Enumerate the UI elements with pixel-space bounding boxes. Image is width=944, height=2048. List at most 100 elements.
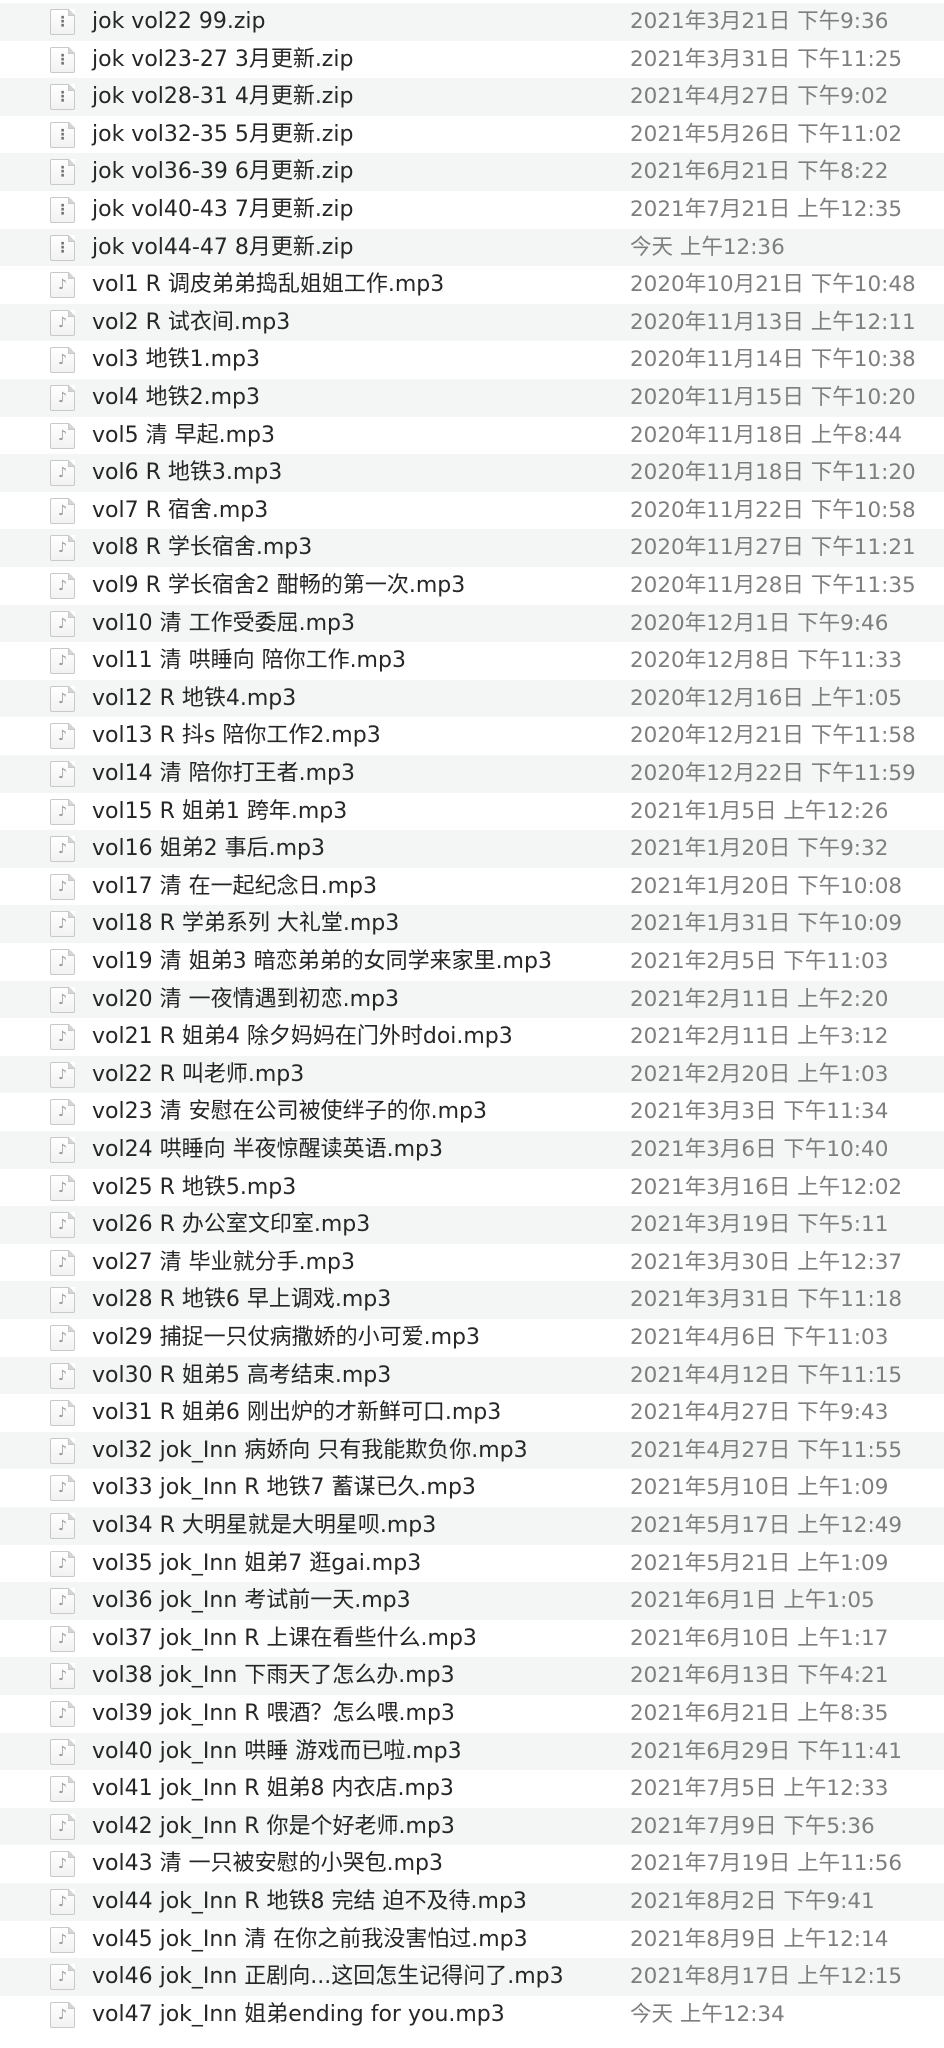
file-row[interactable]: ♪ vol36 jok_Inn 考试前一天.mp3 2021年6月1日 上午1:05 xyxy=(0,1582,944,1620)
file-row[interactable]: ♪ vol37 jok_Inn R 上课在看些什么.mp3 2021年6月10日 上… xyxy=(0,1619,944,1658)
file-row[interactable]: ♪ vol22 R 叫老师.mp3 2021年2月20日 上午1:03 xyxy=(0,1055,944,1094)
file-name: vol17 清 在一起纪念日.mp3 xyxy=(92,873,377,899)
file-name: vol38 jok_Inn 下雨天了怎么办.mp3 xyxy=(92,1663,455,1689)
file-date-modified: 2020年10月21日 下午10:48 xyxy=(630,272,916,298)
file-row[interactable]: ♪ vol6 R 地铁3.mp3 2020年11月18日 下午11:20 xyxy=(0,454,944,492)
file-row[interactable]: ♪ vol35 jok_Inn 姐弟7 逛gai.mp3 2021年5月21日 上午… xyxy=(0,1544,944,1583)
file-name: vol8 R 学长宿舍.mp3 xyxy=(92,535,313,561)
file-row[interactable]: ♪ vol2 R 试衣间.mp3 2020年11月13日 上午12:11 xyxy=(0,303,944,342)
file-row[interactable]: ♪ vol8 R 学长宿舍.mp3 2020年11月27日 下午11:21 xyxy=(0,529,944,567)
mp3-file-icon: ♪ xyxy=(50,1212,75,1239)
file-row[interactable]: ♪ vol34 R 大明星就是大明星呗.mp3 2021年5月17日 上午12:49 xyxy=(0,1507,944,1545)
file-row[interactable]: ♪ vol33 jok_Inn R 地铁7 蓄谋已久.mp3 2021年5月10日 … xyxy=(0,1469,944,1507)
file-row[interactable]: ♪ vol9 R 学长宿舍2 酣畅的第一次.mp3 2020年11月28日 下午11… xyxy=(0,567,944,605)
file-row[interactable]: ♪ vol39 jok_Inn R 喂酒？怎么喂.mp3 2021年6月21日 上午… xyxy=(0,1695,944,1733)
file-date-modified: 2021年3月31日 下午11:18 xyxy=(630,1287,903,1313)
file-row[interactable]: ♪ vol1 R 调皮弟弟捣乱姐姐工作.mp3 2020年10月21日 下午10:4… xyxy=(0,266,944,304)
mp3-file-icon: ♪ xyxy=(50,685,75,712)
file-row[interactable]: ⋮ jok vol28-31 4月更新.zip 2021年4月27日 下午9:02 xyxy=(0,78,944,116)
file-row[interactable]: ♪ vol16 姐弟2 事后.mp3 2021年1月20日 下午9:32 xyxy=(0,830,944,868)
file-name: vol29 捕捉一只仗病撒娇的小可爱.mp3 xyxy=(92,1325,480,1350)
mp3-file-icon: ♪ xyxy=(50,949,75,975)
file-name: vol1 R 调皮弟弟捣乱姐姐工作.mp3 xyxy=(92,272,445,298)
file-row[interactable]: ♪ vol10 清 工作受委屈.mp3 2020年12月1日 下午9:46 xyxy=(0,604,944,643)
file-row[interactable]: ♪ vol42 jok_Inn R 你是个好老师.mp3 2021年7月9日 下午5… xyxy=(0,1807,944,1846)
mp3-file-icon: ♪ xyxy=(50,1851,75,1878)
file-name: vol37 jok_Inn R 上课在看些什么.mp3 xyxy=(92,1625,477,1651)
file-name: vol18 R 学弟系列 大礼堂.mp3 xyxy=(92,911,400,937)
file-row[interactable]: ♪ vol3 地铁1.mp3 2020年11月14日 下午10:38 xyxy=(0,341,944,379)
file-row[interactable]: ♪ vol41 jok_Inn R 姐弟8 内衣店.mp3 2021年7月5日 上午… xyxy=(0,1770,944,1808)
file-row[interactable]: ♪ vol30 R 姐弟5 高考结束.mp3 2021年4月12日 下午11:15 xyxy=(0,1356,944,1395)
file-name: vol46 jok_Inn 正剧向...这回怎生记得问了.mp3 xyxy=(92,1964,564,1990)
zip-file-icon: ⋮ xyxy=(50,9,75,35)
file-row[interactable]: ♪ vol26 R 办公室文印室.mp3 2021年3月19日 下午5:11 xyxy=(0,1206,944,1244)
file-name: jok vol44-47 8月更新.zip xyxy=(92,234,354,260)
file-row[interactable]: ♪ vol43 清 一只被安慰的小哭包.mp3 2021年7月19日 上午11:56 xyxy=(0,1845,944,1883)
file-date-modified: 2021年5月26日 下午11:02 xyxy=(630,121,903,147)
file-row[interactable]: ♪ vol21 R 姐弟4 除夕妈妈在门外时doi.mp3 2021年2月11日 上… xyxy=(0,1018,944,1056)
file-name: vol42 jok_Inn R 你是个好老师.mp3 xyxy=(92,1813,455,1839)
file-row[interactable]: ♪ vol27 清 毕业就分手.mp3 2021年3月30日 上午12:37 xyxy=(0,1243,944,1282)
file-name: vol16 姐弟2 事后.mp3 xyxy=(92,836,325,862)
file-row[interactable]: ♪ vol13 R 抖s 陪你工作2.mp3 2020年12月21日 下午11:58 xyxy=(0,717,944,755)
file-row[interactable]: ♪ vol29 捕捉一只仗病撒娇的小可爱.mp3 2021年4月6日 下午11:03 xyxy=(0,1319,944,1357)
mp3-file-icon: ♪ xyxy=(50,1701,75,1727)
file-row[interactable]: ♪ vol45 jok_Inn 清 在你之前我没害怕过.mp3 2021年8月9日 … xyxy=(0,1920,944,1959)
file-name: vol20 清 一夜情遇到初恋.mp3 xyxy=(92,986,399,1012)
mp3-file-icon: ♪ xyxy=(50,911,75,938)
file-row[interactable]: ♪ vol44 jok_Inn R 地铁8 完结 迫不及待.mp3 2021年8月2… xyxy=(0,1883,944,1921)
file-date-modified: 2021年6月29日 下午11:41 xyxy=(630,1738,903,1764)
file-date-modified: 2021年3月19日 下午5:11 xyxy=(630,1212,889,1238)
file-row[interactable]: ♪ vol11 清 哄睡向 陪你工作.mp3 2020年12月8日 下午11:33 xyxy=(0,642,944,680)
file-row[interactable]: ⋮ jok vol36-39 6月更新.zip 2021年6月21日 下午8:22 xyxy=(0,153,944,191)
file-row[interactable]: ♪ vol19 清 姐弟3 暗恋弟弟的女同学来家里.mp3 2021年2月5日 下午… xyxy=(0,943,944,981)
file-date-modified: 2020年11月18日 上午8:44 xyxy=(630,422,903,448)
file-row[interactable]: ♪ vol4 地铁2.mp3 2020年11月15日 下午10:20 xyxy=(0,379,944,417)
file-row[interactable]: ♪ vol25 R 地铁5.mp3 2021年3月16日 上午12:02 xyxy=(0,1168,944,1207)
mp3-file-icon: ♪ xyxy=(50,723,75,750)
file-row[interactable]: ♪ vol46 jok_Inn 正剧向...这回怎生记得问了.mp3 2021年8月… xyxy=(0,1958,944,1996)
file-row[interactable]: ♪ vol7 R 宿舍.mp3 2020年11月22日 下午10:58 xyxy=(0,491,944,530)
file-row[interactable]: ⋮ jok vol23-27 3月更新.zip 2021年3月31日 下午11:25 xyxy=(0,40,944,79)
mp3-file-icon: ♪ xyxy=(50,1964,75,1991)
file-row[interactable]: ♪ vol14 清 陪你打王者.mp3 2020年12月22日 下午11:59 xyxy=(0,755,944,793)
file-date-modified: 2021年5月17日 上午12:49 xyxy=(630,1513,903,1538)
mp3-file-icon: ♪ xyxy=(50,761,75,787)
file-name: jok vol36-39 6月更新.zip xyxy=(92,159,354,185)
file-row[interactable]: ♪ vol40 jok_Inn 哄睡 游戏而已啦.mp3 2021年6月29日 下午… xyxy=(0,1732,944,1771)
file-name: jok vol28-31 4月更新.zip xyxy=(92,84,354,110)
file-row[interactable]: ♪ vol5 清 早起.mp3 2020年11月18日 上午8:44 xyxy=(0,416,944,455)
file-row[interactable]: ⋮ jok vol44-47 8月更新.zip 今天 上午12:36 xyxy=(0,228,944,267)
file-row[interactable]: ♪ vol12 R 地铁4.mp3 2020年12月16日 上午1:05 xyxy=(0,679,944,718)
file-row[interactable]: ♪ vol24 哄睡向 半夜惊醒读英语.mp3 2021年3月6日 下午10:40 xyxy=(0,1131,944,1169)
file-row[interactable]: ♪ vol18 R 学弟系列 大礼堂.mp3 2021年1月31日 下午10:09 xyxy=(0,905,944,943)
file-row[interactable]: ♪ vol28 R 地铁6 早上调戏.mp3 2021年3月31日 下午11:18 xyxy=(0,1281,944,1319)
mp3-file-icon: ♪ xyxy=(50,1137,75,1163)
file-name: jok vol32-35 5月更新.zip xyxy=(92,121,354,147)
file-row[interactable]: ♪ vol31 R 姐弟6 刚出炉的才新鲜可口.mp3 2021年4月27日 下午9… xyxy=(0,1394,944,1432)
file-date-modified: 2021年3月16日 上午12:02 xyxy=(630,1174,903,1200)
file-name: vol3 地铁1.mp3 xyxy=(92,347,260,373)
file-row[interactable]: ♪ vol32 jok_Inn 病娇向 只有我能欺负你.mp3 2021年4月27日… xyxy=(0,1431,944,1470)
mp3-file-icon: ♪ xyxy=(50,309,75,336)
file-name: vol28 R 地铁6 早上调戏.mp3 xyxy=(92,1287,392,1313)
file-row[interactable]: ⋮ jok vol40-43 7月更新.zip 2021年7月21日 上午12:35 xyxy=(0,191,944,229)
file-row[interactable]: ♪ vol23 清 安慰在公司被使绊子的你.mp3 2021年3月3日 下午11:3… xyxy=(0,1093,944,1131)
mp3-file-icon: ♪ xyxy=(50,1475,75,1502)
file-row[interactable]: ♪ vol47 jok_Inn 姐弟ending for you.mp3 今天 上午… xyxy=(0,1995,944,2034)
mp3-file-icon: ♪ xyxy=(50,610,75,637)
file-row[interactable]: ♪ vol17 清 在一起纪念日.mp3 2021年1月20日 下午10:08 xyxy=(0,867,944,906)
file-name: vol31 R 姐弟6 刚出炉的才新鲜可口.mp3 xyxy=(92,1400,502,1426)
mp3-file-icon: ♪ xyxy=(50,1513,75,1539)
mp3-file-icon: ♪ xyxy=(50,1174,75,1201)
mp3-file-icon: ♪ xyxy=(50,1588,75,1615)
file-row[interactable]: ⋮ jok vol22 99.zip 2021年3月21日 下午9:36 xyxy=(0,3,944,41)
file-row[interactable]: ♪ vol15 R 姐弟1 跨年.mp3 2021年1月5日 上午12:26 xyxy=(0,792,944,831)
mp3-file-icon: ♪ xyxy=(50,497,75,524)
file-row[interactable]: ♪ vol20 清 一夜情遇到初恋.mp3 2021年2月11日 上午2:20 xyxy=(0,980,944,1019)
file-date-modified: 2021年4月27日 下午9:43 xyxy=(630,1400,889,1426)
file-name: vol7 R 宿舍.mp3 xyxy=(92,497,269,523)
file-row[interactable]: ⋮ jok vol32-35 5月更新.zip 2021年5月26日 下午11:02 xyxy=(0,115,944,154)
file-row[interactable]: ♪ vol38 jok_Inn 下雨天了怎么办.mp3 2021年6月13日 下午4… xyxy=(0,1657,944,1695)
